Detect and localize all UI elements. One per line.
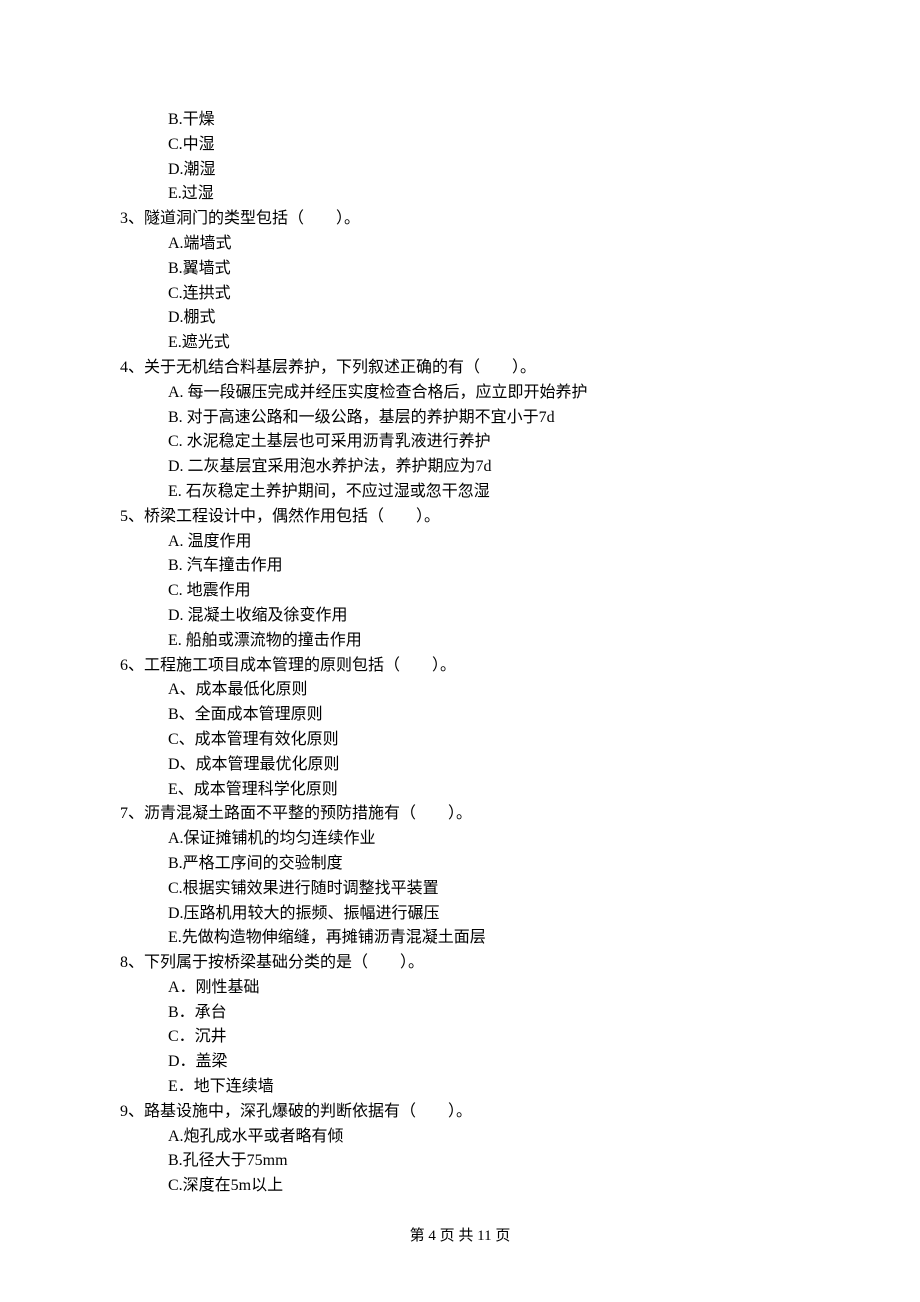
question-stem: 5、桥梁工程设计中，偶然作用包括（ ）。 bbox=[0, 505, 920, 530]
option-text: B.孔径大于75mm bbox=[0, 1149, 920, 1174]
option-text: B.翼墙式 bbox=[0, 257, 920, 282]
option-text: D．盖梁 bbox=[0, 1050, 920, 1075]
question-stem: 7、沥青混凝土路面不平整的预防措施有（ ）。 bbox=[0, 802, 920, 827]
option-text: E.先做构造物伸缩缝，再摊铺沥青混凝土面层 bbox=[0, 926, 920, 951]
option-text: C．沉井 bbox=[0, 1025, 920, 1050]
option-text: E. 船舶或漂流物的撞击作用 bbox=[0, 629, 920, 654]
question-stem: 6、工程施工项目成本管理的原则包括（ ）。 bbox=[0, 654, 920, 679]
question-stem: 3、隧道洞门的类型包括（ ）。 bbox=[0, 207, 920, 232]
question-stem: 8、下列属于按桥梁基础分类的是（ ）。 bbox=[0, 951, 920, 976]
option-text: C. 地震作用 bbox=[0, 579, 920, 604]
question-stem: 4、关于无机结合料基层养护，下列叙述正确的有（ ）。 bbox=[0, 356, 920, 381]
option-text: C.深度在5m以上 bbox=[0, 1174, 920, 1199]
option-text: D、成本管理最优化原则 bbox=[0, 753, 920, 778]
option-text: C.中湿 bbox=[0, 133, 920, 158]
page-footer: 第 4 页 共 11 页 bbox=[0, 1225, 920, 1248]
option-text: E. 石灰稳定土养护期间，不应过湿或忽干忽湿 bbox=[0, 480, 920, 505]
option-text: E、成本管理科学化原则 bbox=[0, 778, 920, 803]
option-text: D.潮湿 bbox=[0, 158, 920, 183]
page-number: 第 4 页 共 11 页 bbox=[410, 1228, 511, 1244]
option-text: E．地下连续墙 bbox=[0, 1075, 920, 1100]
option-text: D. 混凝土收缩及徐变作用 bbox=[0, 604, 920, 629]
option-text: B、全面成本管理原则 bbox=[0, 703, 920, 728]
option-text: D. 二灰基层宜采用泡水养护法，养护期应为7d bbox=[0, 455, 920, 480]
question-stem: 9、路基设施中，深孔爆破的判断依据有（ ）。 bbox=[0, 1100, 920, 1125]
option-text: B．承台 bbox=[0, 1001, 920, 1026]
option-text: C.根据实铺效果进行随时调整找平装置 bbox=[0, 877, 920, 902]
option-text: B.干燥 bbox=[0, 108, 920, 133]
option-text: B. 汽车撞击作用 bbox=[0, 554, 920, 579]
option-text: B.严格工序间的交验制度 bbox=[0, 852, 920, 877]
option-text: A.端墙式 bbox=[0, 232, 920, 257]
option-text: A. 温度作用 bbox=[0, 530, 920, 555]
option-text: A、成本最低化原则 bbox=[0, 678, 920, 703]
option-text: C、成本管理有效化原则 bbox=[0, 728, 920, 753]
option-text: B. 对于高速公路和一级公路，基层的养护期不宜小于7d bbox=[0, 406, 920, 431]
option-text: A.炮孔成水平或者略有倾 bbox=[0, 1125, 920, 1150]
option-text: D.压路机用较大的振频、振幅进行碾压 bbox=[0, 902, 920, 927]
option-text: D.棚式 bbox=[0, 306, 920, 331]
option-text: E.遮光式 bbox=[0, 331, 920, 356]
option-text: A.保证摊铺机的均匀连续作业 bbox=[0, 827, 920, 852]
option-text: C.连拱式 bbox=[0, 282, 920, 307]
page-content: B.干燥C.中湿D.潮湿E.过湿 3、隧道洞门的类型包括（ ）。A.端墙式B.翼… bbox=[0, 0, 920, 1199]
option-text: C. 水泥稳定土基层也可采用沥青乳液进行养护 bbox=[0, 430, 920, 455]
option-text: E.过湿 bbox=[0, 182, 920, 207]
option-text: A. 每一段碾压完成并经压实度检查合格后，应立即开始养护 bbox=[0, 381, 920, 406]
option-text: A．刚性基础 bbox=[0, 976, 920, 1001]
